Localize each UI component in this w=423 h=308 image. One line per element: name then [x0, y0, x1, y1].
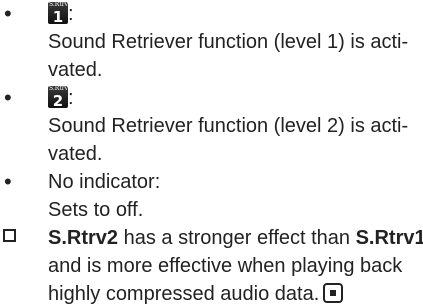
document-page: • S.Rtrv 1 : Sound Retriever function (l…	[0, 0, 423, 307]
square-box-icon	[3, 229, 16, 242]
note-line-2: and is more effective when playing back	[48, 255, 403, 277]
bullet: •	[4, 1, 12, 26]
note-line-1: S.Rtrv2 has a stronger effect than S.Rtr…	[48, 224, 423, 252]
list-item-level-2: • S.Rtrv 2 : Sound Retriever function (l…	[0, 84, 423, 168]
colon: :	[68, 87, 74, 109]
list-item-level-1: • S.Rtrv 1 : Sound Retriever function (l…	[0, 0, 423, 84]
item-description-line-1: Sound Retriever function (level 2) is ac…	[48, 115, 409, 137]
s-rtrv-level-2-icon: S.Rtrv 2	[48, 85, 68, 110]
item-heading-line: No indicator:	[48, 171, 161, 193]
colon: :	[68, 3, 74, 25]
item-description-line-2: vated.	[48, 59, 103, 81]
end-of-section-icon	[323, 283, 344, 303]
term-s-rtrv2: S.Rtrv2	[48, 227, 119, 249]
bullet: •	[4, 85, 12, 110]
note-text-1: has a stronger effect than	[118, 227, 356, 249]
note-line-3-text: highly compressed audio data.	[48, 283, 320, 305]
s-rtrv-level-1-icon: S.Rtrv 1	[48, 1, 68, 26]
bullet: •	[4, 169, 12, 194]
item-description-line-1: Sound Retriever function (level 1) is ac…	[48, 31, 409, 53]
item-description-line-1: Sets to off.	[48, 199, 144, 221]
note-paragraph: S.Rtrv2 has a stronger effect than S.Rtr…	[0, 224, 423, 308]
item-description-line-2: vated.	[48, 143, 103, 165]
item-heading-line: S.Rtrv 1 :	[48, 0, 419, 28]
item-heading-line: S.Rtrv 2 :	[48, 84, 419, 112]
note-line-3: highly compressed audio data.	[48, 280, 419, 308]
term-s-rtrv1: S.Rtrv1	[355, 227, 423, 249]
list-item-no-indicator: • No indicator: Sets to off.	[0, 168, 423, 224]
